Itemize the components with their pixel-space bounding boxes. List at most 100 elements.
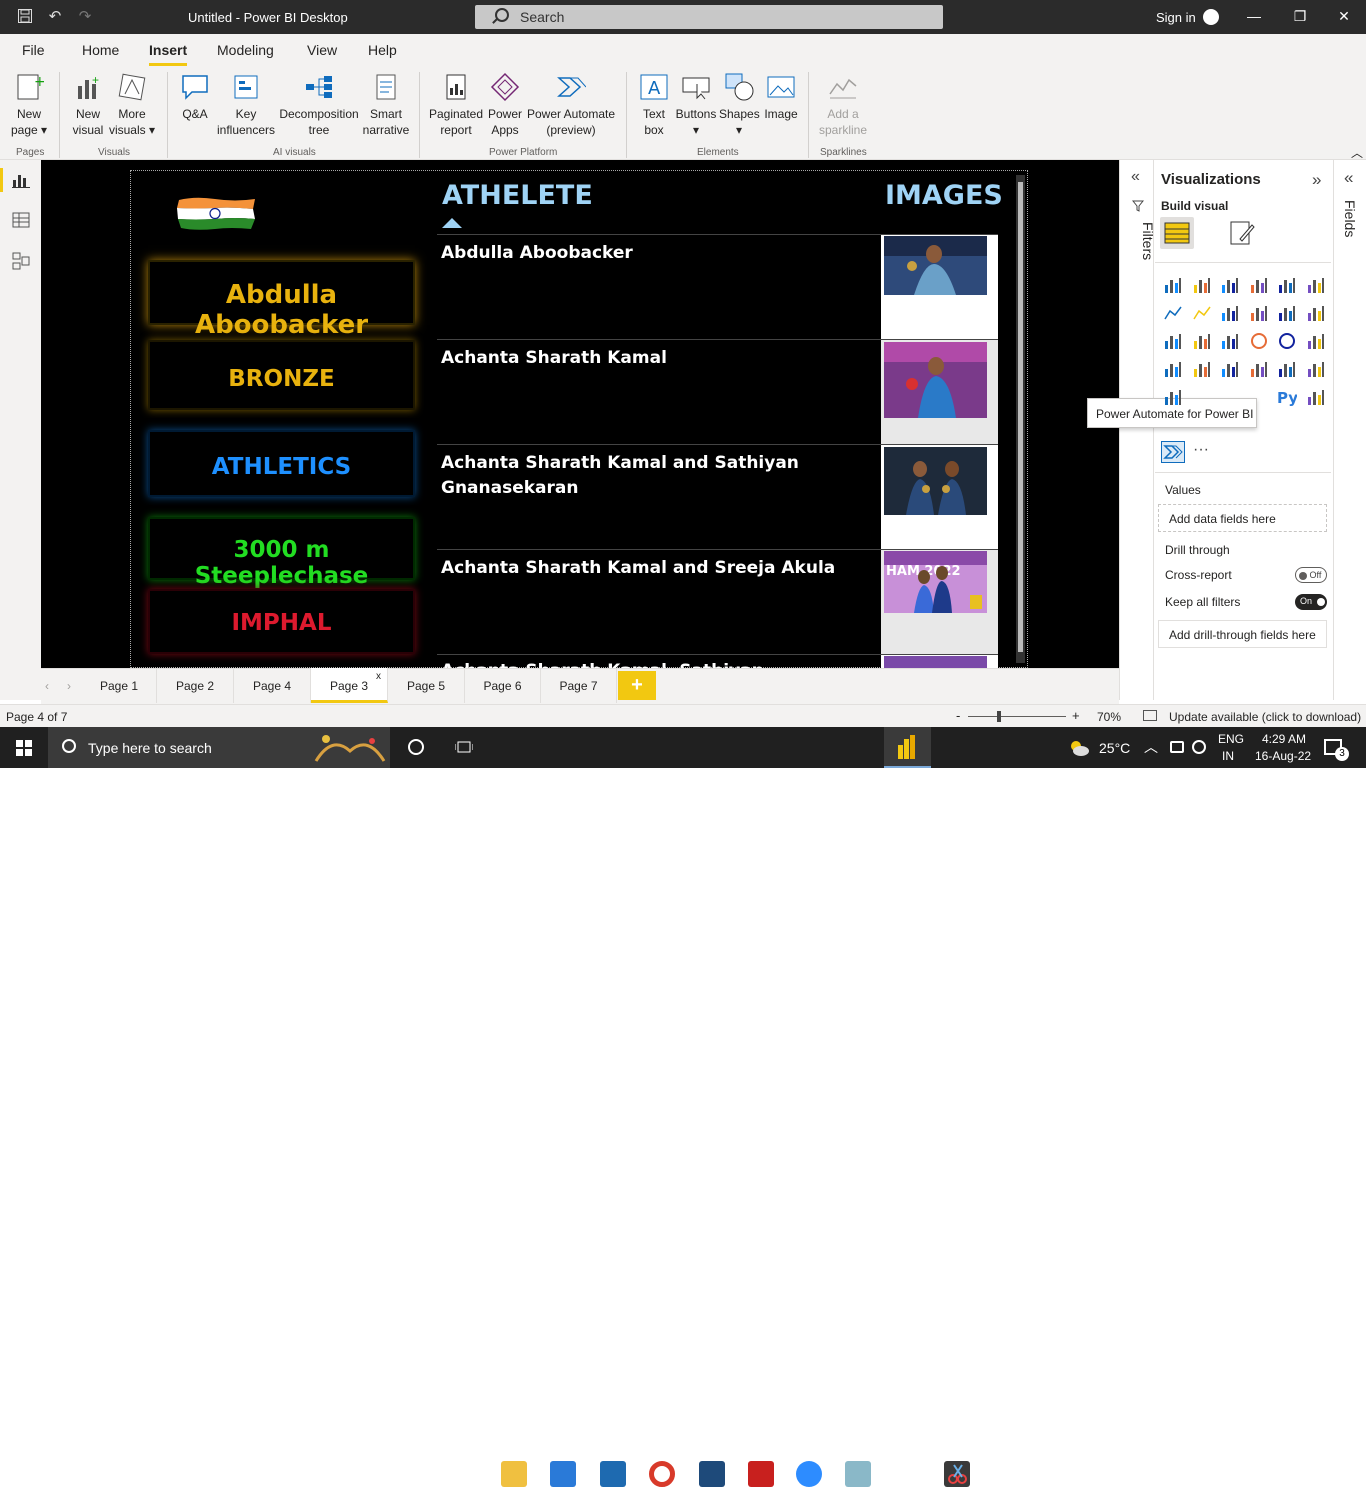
avatar[interactable]	[1203, 9, 1219, 25]
expand-fields-icon[interactable]: «	[1344, 168, 1353, 188]
menu-insert[interactable]: Insert	[149, 42, 188, 66]
zoom-app-icon[interactable]	[796, 1461, 822, 1487]
power-apps-button[interactable]: Power Apps	[486, 72, 524, 138]
athlete-card[interactable]: Abdulla Aboobacker	[148, 260, 415, 340]
paginated-report-button[interactable]: Paginated report	[428, 72, 484, 138]
app-icon[interactable]	[699, 1461, 725, 1487]
zoom-level[interactable]: 70%	[1097, 710, 1121, 724]
tab-page-5[interactable]: Page 5	[388, 668, 465, 703]
add-page-button[interactable]: +	[618, 671, 656, 700]
python-visual-icon[interactable]: Py	[1277, 387, 1298, 407]
donut-icon[interactable]	[1277, 331, 1297, 351]
file-explorer-icon[interactable]	[501, 1461, 527, 1487]
cortana-icon[interactable]	[408, 739, 424, 755]
drill-through-well[interactable]: Add drill-through fields here	[1158, 620, 1327, 648]
waterfall-icon[interactable]	[1163, 331, 1183, 351]
menu-file[interactable]: File	[22, 42, 45, 58]
fields-pane-collapsed[interactable]: « Fields	[1333, 160, 1366, 700]
gauge-icon[interactable]	[1220, 359, 1240, 379]
format-visual-tab[interactable]	[1228, 219, 1256, 250]
pie-icon[interactable]	[1249, 331, 1269, 351]
temperature[interactable]: 25°C	[1099, 740, 1130, 756]
collapse-ribbon-icon[interactable]: ︿	[1351, 144, 1363, 161]
chrome-icon[interactable]	[649, 1461, 675, 1487]
table-row[interactable]: Abdulla Aboobacker	[437, 234, 998, 340]
report-view-icon[interactable]	[12, 172, 30, 191]
stacked-column-icon[interactable]	[1192, 275, 1212, 295]
save-icon[interactable]	[16, 8, 34, 26]
model-view-icon[interactable]	[12, 252, 30, 273]
snipping-tool-icon[interactable]	[944, 1461, 970, 1487]
more-visuals-button[interactable]: More visuals ▾	[108, 72, 156, 138]
weather-icon[interactable]	[1068, 738, 1090, 759]
image-button[interactable]: Image	[762, 72, 800, 122]
sign-in-link[interactable]: Sign in	[1156, 10, 1196, 25]
100-column-icon[interactable]	[1306, 275, 1326, 295]
key-influencers-button[interactable]: Key influencers	[216, 72, 276, 138]
qa-button[interactable]: Q&A	[178, 72, 212, 122]
tab-page-1[interactable]: Page 1	[82, 668, 157, 703]
notes-icon[interactable]	[845, 1461, 871, 1487]
tab-page-7[interactable]: Page 7	[541, 668, 617, 703]
task-view-icon[interactable]	[454, 739, 474, 758]
power-automate-visual-icon[interactable]	[1161, 441, 1185, 463]
close-icon[interactable]: ✕	[1334, 8, 1354, 26]
menu-help[interactable]: Help	[368, 42, 397, 58]
buttons-button[interactable]: Buttons ▾	[675, 72, 717, 138]
acrobat-icon[interactable]	[748, 1461, 774, 1487]
power-bi-taskbar-button[interactable]	[884, 727, 931, 768]
tab-page-6[interactable]: Page 6	[465, 668, 541, 703]
column-header-athlete[interactable]: ATHELETE	[442, 180, 593, 211]
expand-filters-icon[interactable]: «	[1131, 168, 1140, 186]
line-column-icon[interactable]	[1249, 303, 1269, 323]
zoom-in-button[interactable]: +	[1072, 708, 1080, 723]
control-panel-icon[interactable]	[600, 1461, 626, 1487]
add-sparkline-button[interactable]: Add a sparkline	[816, 72, 870, 138]
zoom-out-button[interactable]: -	[956, 708, 960, 723]
map-icon[interactable]	[1163, 359, 1183, 379]
hometown-card[interactable]: IMPHAL	[148, 589, 415, 654]
table-row[interactable]: Achanta Sharath Kamal, Sathiyan Gnanasek…	[437, 654, 998, 668]
data-view-icon[interactable]	[12, 212, 30, 231]
clock-time[interactable]: 4:29 AM	[1262, 732, 1306, 746]
scroll-tabs-right-icon[interactable]: ›	[67, 679, 71, 693]
clustered-bar-icon[interactable]	[1220, 275, 1240, 295]
table-row[interactable]: Achanta Sharath Kamal	[437, 339, 998, 445]
smart-narrative-button[interactable]: Smart narrative	[362, 72, 410, 138]
text-box-button[interactable]: A Text box	[636, 72, 672, 138]
restore-icon[interactable]: ❐	[1290, 8, 1310, 26]
scroll-tabs-left-icon[interactable]: ‹	[45, 679, 49, 693]
values-well[interactable]: Add data fields here	[1158, 504, 1327, 532]
ribbon-chart-icon[interactable]	[1306, 303, 1326, 323]
close-tab-icon[interactable]: x	[376, 671, 381, 682]
cross-report-toggle[interactable]: Off	[1295, 567, 1327, 583]
filled-map-icon[interactable]	[1192, 359, 1212, 379]
funnel-icon[interactable]	[1192, 331, 1212, 351]
table-scrollbar-thumb[interactable]	[1018, 182, 1023, 652]
event-card[interactable]: 3000 m Steeplechase	[148, 517, 415, 589]
power-automate-button[interactable]: Power Automate (preview)	[526, 72, 616, 138]
tab-page-4[interactable]: Page 4	[234, 668, 311, 703]
update-available-link[interactable]: Update available (click to download)	[1169, 710, 1361, 724]
sport-card[interactable]: ATHLETICS	[148, 430, 415, 497]
region-indicator[interactable]: IN	[1222, 749, 1234, 763]
clustered-column-icon[interactable]	[1249, 275, 1269, 295]
search-box[interactable]: Search	[475, 5, 943, 29]
decomposition-tree-button[interactable]: Decomposition tree	[277, 72, 361, 138]
language-indicator[interactable]: ENG	[1218, 732, 1244, 746]
new-page-button[interactable]: + New page ▾	[10, 72, 48, 138]
key-influencers-visual-icon[interactable]	[1306, 387, 1326, 407]
card-icon[interactable]	[1249, 359, 1269, 379]
tab-page-2[interactable]: Page 2	[157, 668, 234, 703]
line-clustered-icon[interactable]	[1277, 303, 1297, 323]
line-chart-icon[interactable]	[1163, 303, 1183, 323]
minimize-icon[interactable]: —	[1244, 8, 1264, 26]
fields-label[interactable]: Fields	[1342, 200, 1358, 237]
show-hidden-icons[interactable]: ︿	[1144, 737, 1158, 757]
more-visuals-ellipsis-icon[interactable]: ···	[1193, 441, 1209, 459]
medal-card[interactable]: BRONZE	[148, 340, 415, 410]
network-icon[interactable]	[1192, 740, 1206, 754]
treemap-icon[interactable]	[1306, 331, 1326, 351]
zoom-slider-thumb[interactable]	[997, 711, 1001, 722]
battery-icon[interactable]	[1170, 741, 1184, 753]
